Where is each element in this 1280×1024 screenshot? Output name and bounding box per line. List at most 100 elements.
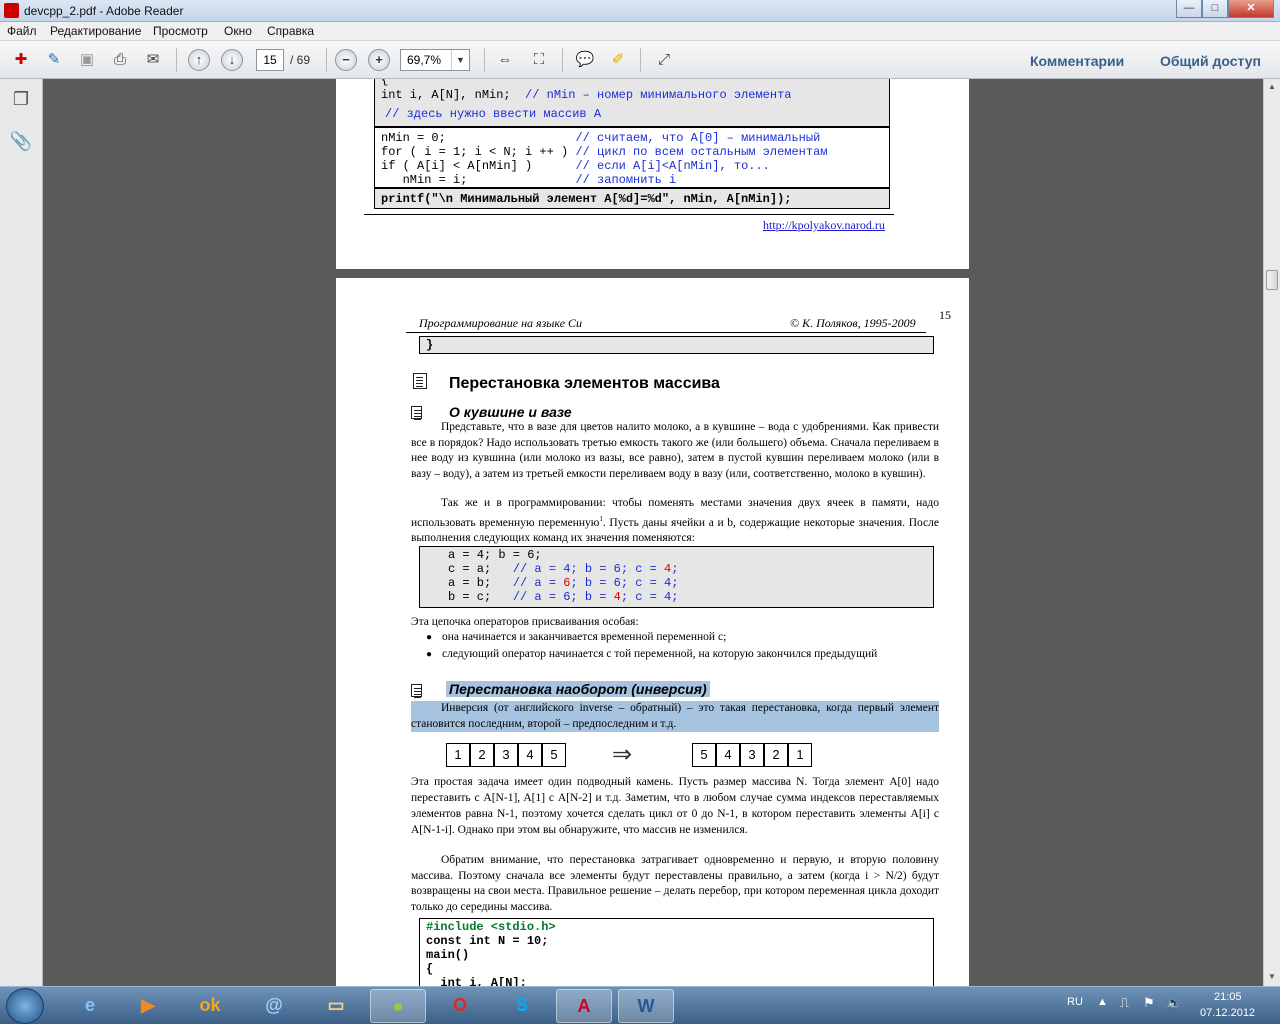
menu-window[interactable]: Окно (224, 24, 252, 38)
menu-bar: Файл Редактирование Просмотр Окно Справк… (0, 22, 1280, 41)
clock-date[interactable]: 07.12.2012 (1200, 1007, 1255, 1019)
print-icon[interactable]: ⎙ (108, 49, 132, 71)
document-area[interactable]: { int i, A[N], nMin; // nMin – номер мин… (43, 79, 1263, 986)
array-cell: 1 (446, 743, 470, 767)
menu-file[interactable]: Файл (7, 24, 37, 38)
section-title: Перестановка элементов массива (449, 375, 720, 392)
save-icon[interactable]: ▣ (75, 49, 99, 71)
highlight-icon[interactable]: ✐ (606, 49, 630, 71)
array-cell: 3 (494, 743, 518, 767)
fit-page-icon[interactable]: ⛶ (527, 49, 551, 71)
create-pdf-icon[interactable]: ✚ (9, 49, 33, 71)
bullet-item: она начинается и заканчивается временной… (442, 631, 727, 643)
maximize-button[interactable]: □ (1202, 0, 1228, 18)
opera-icon[interactable]: O (432, 989, 488, 1023)
page-down-icon[interactable]: ↓ (221, 49, 243, 71)
adobe-reader-app-icon (4, 3, 19, 18)
zoom-select[interactable]: 69,7% ▼ (400, 49, 470, 71)
subsection-title: О кувшине и вазе (449, 404, 572, 420)
toolbar-separator (484, 48, 485, 72)
array-cell: 5 (692, 743, 716, 767)
odnoklassniki-icon[interactable]: ok (182, 989, 238, 1023)
tray-expand-icon[interactable]: ▲ (1097, 996, 1108, 1008)
email-icon[interactable]: ✉ (141, 49, 165, 71)
code-comment: // здесь нужно ввести массив A (385, 107, 602, 121)
minimize-button[interactable]: — (1176, 0, 1202, 18)
full-screen-icon[interactable]: ⤢ (652, 49, 676, 71)
scroll-up-icon[interactable]: ▲ (1264, 79, 1280, 95)
pages-icon[interactable]: ❐ (9, 89, 33, 113)
app-ball-icon[interactable]: ● (370, 989, 426, 1023)
document-section-icon (413, 373, 427, 389)
browser-at-icon[interactable]: @ (246, 989, 302, 1023)
header-rule (406, 332, 926, 333)
share-button[interactable]: Общий доступ (1160, 53, 1261, 69)
network-icon[interactable]: ⎍ (1120, 995, 1129, 1011)
scroll-down-icon[interactable]: ▼ (1264, 969, 1280, 985)
arrow-icon: ⇒ (612, 741, 633, 768)
ie-icon[interactable]: e (62, 989, 118, 1023)
volume-icon[interactable]: 🔈 (1166, 995, 1182, 1011)
document-subsection-icon (411, 406, 422, 419)
array-cell: 2 (470, 743, 494, 767)
code-line: a = 4; b = 6; (448, 548, 542, 562)
page-number-input[interactable]: 15 (256, 49, 284, 71)
window-title: devcpp_2.pdf - Adobe Reader (24, 4, 184, 18)
array-cell: 1 (788, 743, 812, 767)
taskbar: e ▶ ok @ ▭ ● O S A W RU ▲ ⎍ ⚑ 🔈 21:05 07… (0, 986, 1280, 1024)
code-swap-box: a = 4; b = 6; c = a; // a = 4; b = 6; c … (419, 546, 934, 608)
array-cell: 5 (542, 743, 566, 767)
code-line: } (426, 338, 434, 352)
comment-icon[interactable]: 💬 (573, 49, 597, 71)
code-printf-box: printf("\n Минимальный элемент A[%d]=%d"… (374, 188, 890, 209)
footer-link[interactable]: http://kpolyakov.narod.ru (763, 218, 885, 233)
attachments-icon[interactable]: 📎 (9, 131, 33, 155)
explorer-folder-icon[interactable]: ▭ (308, 989, 364, 1023)
array-after: 5 4 3 2 1 (692, 743, 822, 767)
language-indicator[interactable]: RU (1067, 996, 1083, 1008)
code-line: if ( A[i] < A[nMin] ) // если A[i]<A[nMi… (381, 159, 770, 173)
skype-icon[interactable]: S (494, 989, 550, 1023)
scrollbar-thumb[interactable] (1266, 270, 1278, 290)
code-line: { (381, 79, 389, 87)
page-up-icon[interactable]: ↑ (188, 49, 210, 71)
menu-edit[interactable]: Редактирование (50, 24, 141, 38)
code-line: a = b; // a = 6; b = 6; c = 4; (448, 576, 679, 590)
zoom-out-icon[interactable]: − (335, 49, 357, 71)
menu-view[interactable]: Просмотр (153, 24, 208, 38)
toolbar-separator (640, 48, 641, 72)
vertical-scrollbar[interactable]: ▲ ▼ (1263, 79, 1280, 986)
comments-button[interactable]: Комментарии (1030, 53, 1124, 69)
windows-start-icon[interactable] (6, 988, 44, 1024)
action-center-icon[interactable]: ⚑ (1143, 995, 1155, 1011)
clock-time[interactable]: 21:05 (1214, 991, 1242, 1003)
word-icon[interactable]: W (618, 989, 674, 1023)
adobe-reader-icon[interactable]: A (556, 989, 612, 1023)
menu-help[interactable]: Справка (267, 24, 314, 38)
chevron-down-icon[interactable]: ▼ (451, 50, 469, 70)
bullet-item: следующий оператор начинается с той пере… (442, 648, 878, 660)
running-header-left: Программирование на языке Си (419, 316, 583, 330)
page-total: / 69 (290, 53, 311, 67)
zoom-in-icon[interactable]: + (368, 49, 390, 71)
code-line: nMin = 0; // считаем, что A[0] – минимал… (381, 131, 821, 145)
bullet-marker: ● (426, 632, 433, 643)
document-subsection-icon (411, 684, 422, 697)
code-line: printf("\n Минимальный элемент A[%d]=%d"… (381, 192, 792, 206)
code-line: for ( i = 1; i < N; i ++ ) // цикл по вс… (381, 145, 828, 159)
edit-icon[interactable]: ✎ (42, 49, 66, 71)
close-button[interactable]: ✕ (1228, 0, 1274, 18)
fit-width-icon[interactable]: ⇔ (493, 49, 517, 71)
toolbar: ✚ ✎ ▣ ⎙ ✉ ↑ ↓ 15 / 69 − + 69,7% ▼ ⇔ ⛶ 💬 ✐… (0, 41, 1280, 79)
zoom-value: 69,7% (407, 53, 442, 67)
page-number: 15 (939, 308, 951, 322)
navigation-pane: ❐ 📎 (0, 79, 43, 986)
toolbar-separator (176, 48, 177, 72)
bullet-marker: ● (426, 649, 433, 660)
code-closing-box: } (419, 336, 934, 354)
toolbar-separator (562, 48, 563, 72)
media-player-icon[interactable]: ▶ (120, 989, 176, 1023)
toolbar-separator (326, 48, 327, 72)
title-bar: devcpp_2.pdf - Adobe Reader — □ ✕ (0, 0, 1280, 22)
code-comment: // nMin – номер минимального элемента (525, 88, 792, 102)
